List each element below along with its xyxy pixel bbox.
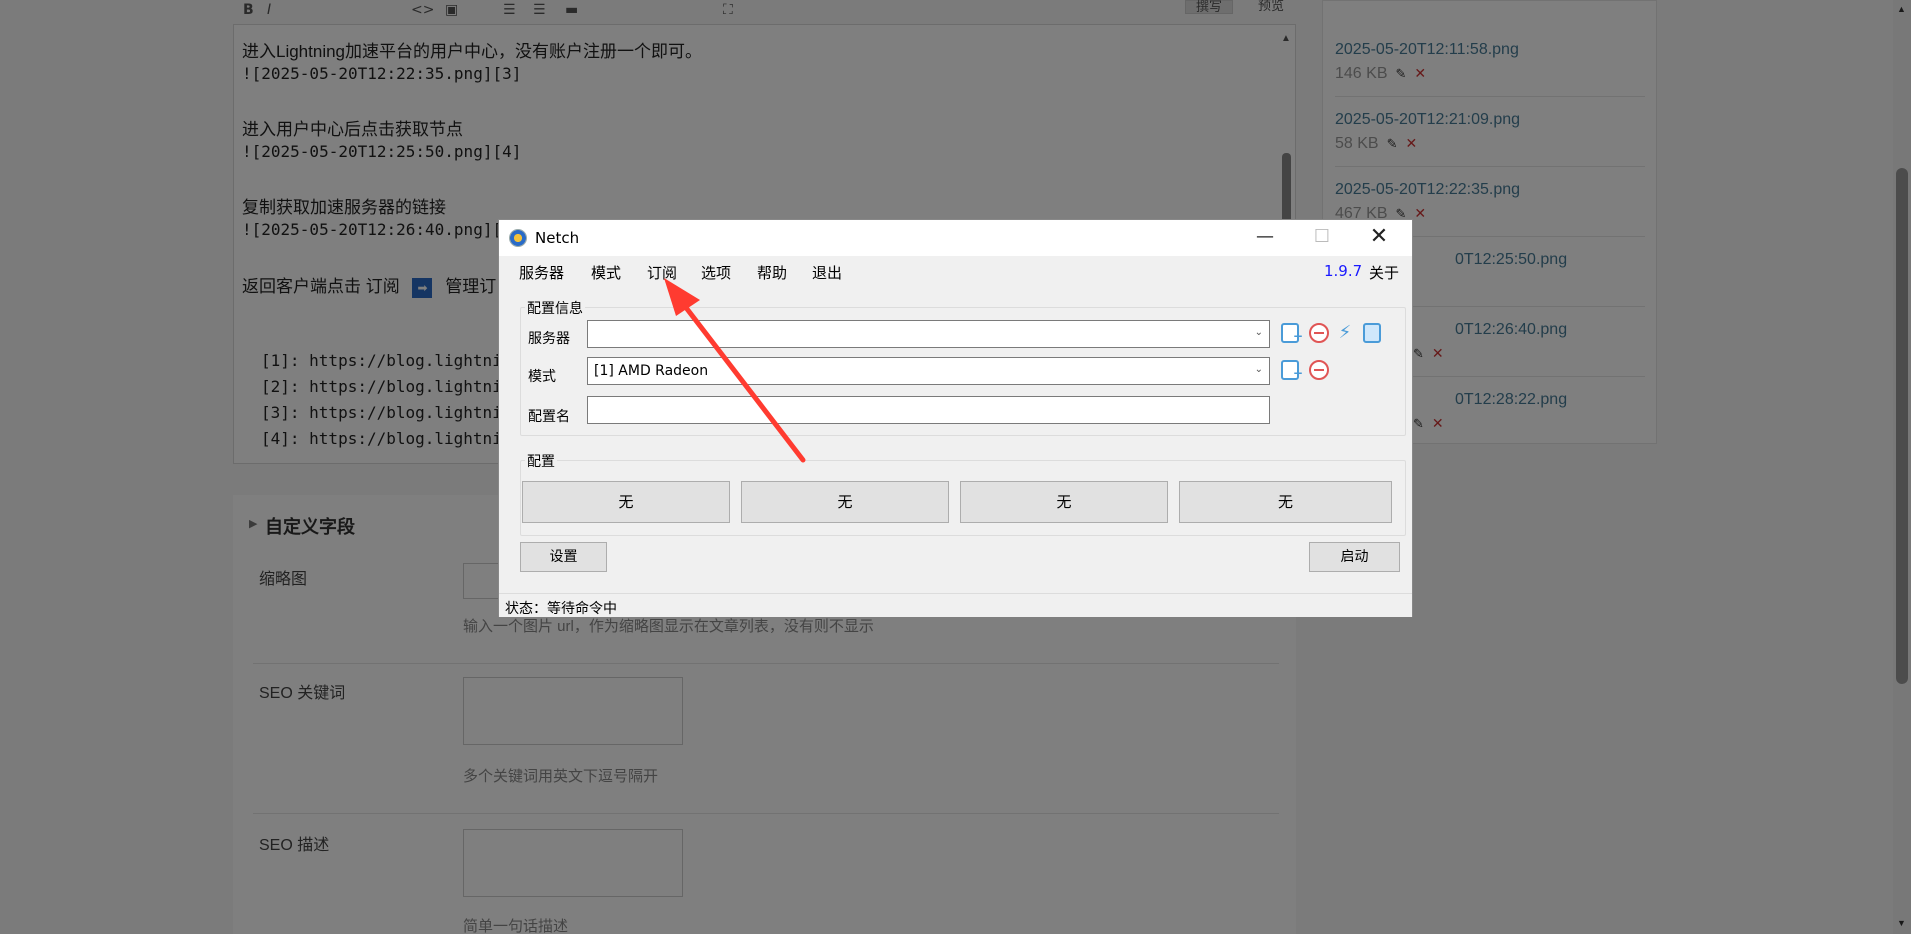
profile-button[interactable]: 无 bbox=[1179, 481, 1392, 523]
menu-subscribe[interactable]: 订阅 bbox=[647, 262, 677, 283]
menu-server[interactable]: 服务器 bbox=[519, 262, 564, 283]
profile-button[interactable]: 无 bbox=[960, 481, 1168, 523]
profile-button[interactable]: 无 bbox=[522, 481, 730, 523]
menu-help[interactable]: 帮助 bbox=[757, 262, 787, 283]
window-title: Netch bbox=[535, 229, 580, 247]
menu-mode[interactable]: 模式 bbox=[591, 262, 621, 283]
menu-exit[interactable]: 退出 bbox=[812, 262, 842, 283]
netch-window: Netch — ☐ ✕ 服务器 模式 订阅 选项 帮助 退出 1.9.7 关于 … bbox=[498, 219, 1413, 617]
copy-icon[interactable] bbox=[1363, 323, 1381, 343]
add-mode-icon[interactable] bbox=[1281, 360, 1303, 384]
config-info-group: 配置信息 服务器 ⌄ ⚡ 模式 [1] AMD Radeon ⌄ 配置名 bbox=[520, 298, 1406, 436]
add-server-icon[interactable] bbox=[1281, 323, 1303, 347]
settings-button[interactable]: 设置 bbox=[520, 542, 607, 572]
menu-about[interactable]: 关于 bbox=[1369, 262, 1399, 283]
profile-button[interactable]: 无 bbox=[741, 481, 949, 523]
speedtest-icon[interactable]: ⚡ bbox=[1334, 322, 1356, 344]
profiles-group: 配置 无 无 无 无 bbox=[520, 451, 1406, 536]
server-select[interactable]: ⌄ bbox=[587, 320, 1270, 348]
start-button[interactable]: 启动 bbox=[1309, 542, 1400, 572]
mode-label: 模式 bbox=[528, 369, 556, 385]
chevron-down-icon: ⌄ bbox=[1254, 327, 1263, 338]
netch-logo-icon bbox=[509, 229, 527, 247]
status-text: 状态：等待命令中 bbox=[505, 601, 617, 617]
remove-server-icon[interactable] bbox=[1309, 323, 1329, 343]
status-bar: 状态：等待命令中 bbox=[499, 593, 1412, 617]
maximize-icon: ☐ bbox=[1313, 226, 1331, 247]
profile-name-input[interactable] bbox=[587, 396, 1270, 424]
menu-options[interactable]: 选项 bbox=[701, 262, 731, 283]
close-icon[interactable]: ✕ bbox=[1356, 224, 1402, 252]
menu-bar: 服务器 模式 订阅 选项 帮助 退出 1.9.7 关于 bbox=[499, 256, 1412, 286]
chevron-down-icon: ⌄ bbox=[1254, 364, 1263, 375]
server-label: 服务器 bbox=[528, 331, 570, 347]
minimize-icon[interactable]: — bbox=[1242, 224, 1288, 252]
title-bar[interactable]: Netch — ☐ ✕ bbox=[499, 220, 1412, 256]
mode-value: [1] AMD Radeon bbox=[594, 363, 709, 379]
mode-select[interactable]: [1] AMD Radeon ⌄ bbox=[587, 357, 1270, 385]
profile-name-label: 配置名 bbox=[528, 409, 570, 425]
config-info-legend: 配置信息 bbox=[525, 298, 585, 318]
version-link[interactable]: 1.9.7 bbox=[1324, 262, 1362, 280]
remove-mode-icon[interactable] bbox=[1309, 360, 1329, 380]
profiles-legend: 配置 bbox=[525, 451, 557, 471]
